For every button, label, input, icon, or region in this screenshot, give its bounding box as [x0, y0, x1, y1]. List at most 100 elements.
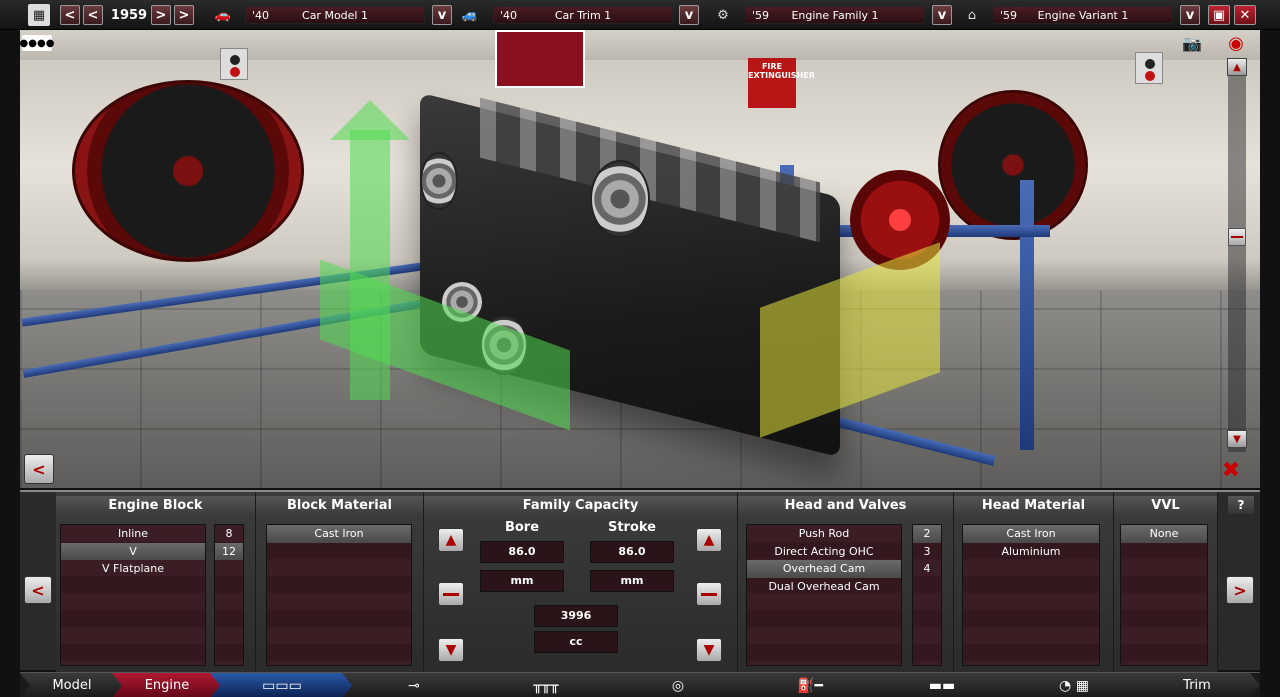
engine-variant-icon: ⌂ [967, 7, 977, 23]
bore-unit: mm [480, 570, 564, 592]
capacity-unit: cc [534, 631, 618, 653]
engine-block-type-item[interactable]: V Flatplane [61, 560, 205, 578]
car-model-dropdown-button[interactable]: v [432, 5, 452, 25]
head-type-item[interactable]: Dual Overhead Cam [747, 578, 901, 596]
head-material-item[interactable]: Cast Iron [963, 525, 1099, 543]
cylinder-count-item[interactable]: 8 [215, 525, 243, 543]
car-trim-name: Car Trim 1 [554, 8, 612, 22]
panel-prev-button[interactable]: < [24, 576, 52, 604]
viewport-back-button[interactable]: < [24, 454, 54, 484]
axis-arrow-y-head[interactable] [330, 100, 410, 140]
engine-config-panel: < Engine Block Inline V V Flatplane 8 12 Bl… [20, 490, 1260, 672]
capacity-value: 3996 [534, 605, 618, 627]
nav-fuel-tab[interactable]: ⛽━ [738, 673, 882, 697]
car-trim-icon: 🚙 [461, 7, 479, 23]
zoom-out-button[interactable]: ▼ [1227, 430, 1247, 448]
engine-block-type-list: Inline V V Flatplane [60, 524, 206, 666]
calendar-icon[interactable]: ▦ [28, 4, 50, 26]
crankshaft-icon: ⊸ [408, 677, 420, 694]
head-material-list: Cast Iron Aluminium [962, 524, 1100, 666]
engine-block-icon: ⚙ [717, 7, 729, 23]
vvl-list: None [1120, 524, 1208, 666]
close-icon[interactable]: ✕ [1234, 5, 1256, 25]
vvl-item[interactable]: None [1121, 525, 1207, 543]
valve-count-item[interactable]: 2 [913, 525, 941, 543]
zoom-scrollbar[interactable] [1228, 60, 1246, 452]
nav-engine-label: Engine [144, 678, 190, 693]
stroke-decrease-button[interactable]: ▼ [696, 638, 722, 662]
panel-next-button[interactable]: > [1226, 576, 1254, 604]
nav-model-label: Model [52, 678, 92, 693]
bore-step-button[interactable] [438, 582, 464, 606]
valve-count-item[interactable]: 4 [913, 560, 941, 578]
year-next-step-button[interactable]: > [151, 5, 171, 25]
stroke-value[interactable]: 86.0 [590, 541, 674, 563]
cylinder-count-list: 8 12 [214, 524, 244, 666]
car-model-field[interactable]: '40 Car Model 1 [245, 6, 425, 24]
help-button[interactable]: ? [1228, 496, 1254, 514]
year-prev-button[interactable]: < [60, 5, 80, 25]
engine-family-year: '59 [752, 8, 770, 22]
engine-variant-field[interactable]: '59 Engine Variant 1 [993, 6, 1173, 24]
car-trim-dropdown-button[interactable]: v [679, 5, 699, 25]
head-type-item[interactable]: Direct Acting OHC [747, 543, 901, 561]
head-type-item[interactable]: Push Rod [747, 525, 901, 543]
block-material-title: Block Material [256, 496, 423, 516]
car-trim-field[interactable]: '40 Car Trim 1 [493, 6, 673, 24]
save-icon[interactable]: ▣ [1208, 5, 1230, 25]
wall-poster [495, 30, 585, 88]
engine-variant-year: '59 [1000, 8, 1018, 22]
engine-layout-icon[interactable]: ●●●● [20, 35, 54, 51]
stroke-step-button[interactable] [696, 582, 722, 606]
engine-block-type-item[interactable]: V [61, 542, 205, 560]
engine-pulley [590, 160, 650, 238]
hide-gizmo-icon[interactable]: ✖ [1216, 456, 1246, 484]
car-model-year: '40 [252, 8, 270, 22]
nav-model-tab[interactable]: Model [20, 673, 124, 697]
bore-increase-button[interactable]: ▲ [438, 528, 464, 552]
engine-pulley [420, 152, 458, 210]
bottom-navigation: Model Engine ▭▭▭ ⊸ ╥╥╥ ◎ ⛽━ ▬▬ ◔ ▦ Trim [20, 672, 1260, 697]
valve-count-item[interactable]: 3 [913, 543, 941, 561]
engine-family-field[interactable]: '59 Engine Family 1 [745, 6, 925, 24]
engine-variant-dropdown-button[interactable]: v [1180, 5, 1200, 25]
nav-crank-tab[interactable]: ⊸ [342, 673, 486, 697]
bore-value[interactable]: 86.0 [480, 541, 564, 563]
camera-icon[interactable]: 📷 [1172, 32, 1212, 54]
nav-valvetrain-tab[interactable]: ╥╥╥ [474, 673, 618, 697]
head-type-list: Push Rod Direct Acting OHC Overhead Cam Dua… [746, 524, 902, 666]
engine-block-type-item[interactable]: Inline [61, 525, 205, 543]
engine-family-dropdown-button[interactable]: v [932, 5, 952, 25]
cylinder-count-item[interactable]: 12 [215, 542, 243, 560]
eye-icon[interactable]: ◉ [1218, 32, 1254, 54]
valvetrain-icon: ╥╥╥ [533, 677, 559, 694]
nav-trim-label: Trim [1183, 678, 1211, 693]
year-prev-step-button[interactable]: < [83, 5, 103, 25]
vvl-title: VVL [1114, 496, 1217, 516]
nav-trim-tab[interactable]: Trim [1134, 673, 1260, 697]
zoom-in-button[interactable]: ▲ [1227, 58, 1247, 76]
head-material-column: Head Material Cast Iron Aluminium [954, 492, 1114, 672]
nav-test-tab[interactable]: ◔ ▦ [1002, 673, 1146, 697]
engine-block-title: Engine Block [56, 496, 255, 516]
engine-3d-viewport[interactable]: FIRE EXTINGUISHER 📷 ◉ ●●●● ▲ ▼ < ✖ [20, 30, 1260, 488]
nav-engine-block-tab[interactable]: ▭▭▭ [210, 673, 354, 697]
dyno-fan-right [938, 90, 1088, 240]
block-material-item[interactable]: Cast Iron [267, 525, 411, 543]
stroke-increase-button[interactable]: ▲ [696, 528, 722, 552]
test-rig-post [1020, 180, 1034, 450]
car-trim-year: '40 [500, 8, 518, 22]
head-material-title: Head Material [954, 496, 1113, 516]
head-material-item[interactable]: Aluminium [963, 543, 1099, 561]
nav-engine-tab[interactable]: Engine [112, 673, 222, 697]
nav-exhaust-tab[interactable]: ▬▬ [870, 673, 1014, 697]
head-type-item[interactable]: Overhead Cam [747, 560, 901, 578]
bore-decrease-button[interactable]: ▼ [438, 638, 464, 662]
zoom-thumb[interactable] [1228, 228, 1246, 246]
fire-extinguisher-sign: FIRE EXTINGUISHER [748, 58, 815, 108]
year-next-button[interactable]: > [174, 5, 194, 25]
current-year: 1959 [110, 7, 148, 23]
nav-turbo-tab[interactable]: ◎ [606, 673, 750, 697]
vvl-column: VVL None [1114, 492, 1218, 672]
engine-variant-name: Engine Variant 1 [1037, 8, 1129, 22]
